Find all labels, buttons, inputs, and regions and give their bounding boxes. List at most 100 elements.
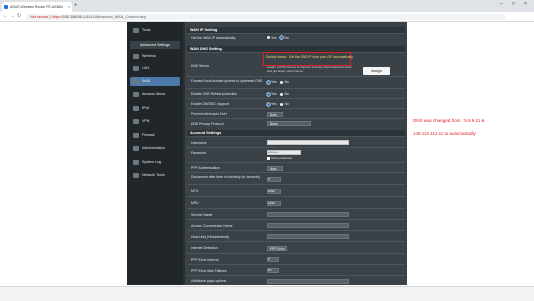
host-uniq-label: Host-Uniq (Hexadecimal) [191,234,229,239]
sidebar-item-label: Firewall [142,133,155,137]
mru-row: MRU 1492 [187,196,405,208]
mru-input[interactable]: 1492 [267,200,281,206]
sidebar-item-vpn[interactable]: VPN [130,117,180,126]
radio-no[interactable] [280,102,284,106]
internet-detection-row: Internet Detection PPP Echo [187,241,405,253]
password-input[interactable]: •••••••••• [267,149,301,155]
rebind-label: Enable DNS Rebind protection [191,92,238,96]
sidebar-item-tools[interactable]: Tools [130,26,180,35]
sidebar-item-label: Administration [142,146,165,150]
get-ip-auto-radios: Yes No [267,36,292,40]
show-password-label: Show password [271,156,293,160]
firewall-icon [133,133,139,138]
prevent-doh-label: Prevent client auto DoH [191,112,227,116]
url-field[interactable]: Not secure | https://192.168.50.1:8443/A… [26,13,506,20]
prevent-doh-select[interactable]: Auto [267,111,283,117]
sidebar-item-firewall[interactable]: Firewall [130,131,180,140]
sidebar-header: Advanced Settings [130,41,180,49]
radio-yes[interactable] [267,92,270,96]
sidebar-item-lan[interactable]: LAN [130,64,180,73]
additional-options-label: Additional pppd options [191,279,227,283]
ac-name-input[interactable] [267,223,349,228]
system-log-icon [133,160,139,165]
sidebar-item-system-log[interactable]: System Log [130,158,180,167]
favicon-icon [4,5,8,9]
close-window-button[interactable]: × [524,1,527,7]
reload-icon[interactable]: ↻ [17,13,21,20]
sidebar-item-label: LAN [142,66,149,70]
dns-privacy-select[interactable]: None [267,121,311,126]
radio-no[interactable] [280,36,284,40]
url-host: 192.168.50.1 [62,14,86,19]
service-name-input[interactable] [267,212,349,217]
radio-no[interactable] [280,80,284,84]
rebind-row: Enable DNS Rebind protection Yes No [187,88,405,98]
radio-no[interactable] [280,92,284,96]
service-name-row: Service Name [187,208,405,219]
address-bar-row: ← → ↻ Not secure | https://192.168.50.1:… [0,12,534,22]
mtu-input[interactable]: 1492 [267,188,281,194]
internet-detection-select[interactable]: PPP Echo [267,245,287,251]
get-ip-auto-label: Get the WAN IP automatically [191,35,236,40]
tab-close-icon[interactable]: × [68,2,70,12]
assign-dns-button[interactable]: Assign [363,67,390,75]
wireless-icon [133,54,139,59]
show-password-checkbox[interactable] [267,156,270,160]
dns-privacy-row: DNS Privacy Protocol None [187,118,405,127]
forward-local-label: Forward local domain queries to upstream… [191,78,263,83]
annotation-line-1: DNS was changed from : 9.9.9.11 & [413,118,485,123]
password-row: Password •••••••••• Show password [187,147,405,162]
radio-yes[interactable] [267,36,270,40]
new-tab-button[interactable]: + [74,2,78,11]
forward-icon[interactable]: → [10,13,15,20]
sidebar-item-network-tools[interactable]: Network Tools [130,171,180,180]
sidebar-item-wan[interactable]: WAN [130,77,180,86]
internet-detection-label: Internet Detection [191,246,218,250]
sidebar-item-label: System Log [142,160,161,164]
disconnect-input[interactable]: 0 [267,176,281,182]
dns-privacy-label: DNS Privacy Protocol [191,121,224,126]
mtu-label: MTU [191,189,199,193]
username-row: Username [187,136,405,147]
sidebar-item-label: VPN [142,119,150,123]
url-path: :8443/Advanced_WAN_Content.asp [85,14,146,19]
sidebar-item-label: IPv6 [142,106,150,110]
back-icon[interactable]: ← [3,13,8,20]
dns-server-label: DNS Server [191,64,210,68]
ppp-auth-select[interactable]: Auto [267,165,283,171]
vpn-icon [133,119,139,124]
radio-yes-label: Yes [271,92,277,97]
maximize-button[interactable]: □ [512,1,515,7]
radio-yes[interactable] [267,102,270,106]
echo-failures-input[interactable]: 10 [267,268,279,273]
username-input[interactable] [267,140,349,145]
sidebar-item-administration[interactable]: Administration [130,144,180,153]
minimize-button[interactable]: – [500,1,503,7]
sidebar-item-wireless[interactable]: Wireless [130,52,180,61]
prevent-doh-row: Prevent client auto DoH Auto [187,108,405,118]
host-uniq-input[interactable] [267,234,349,239]
wan-ip-auto-row: Get the WAN IP automatically Yes No [187,33,405,40]
disconnect-row: Disconnect after time of inactivity (in … [187,172,405,184]
show-password: Show password [267,156,292,160]
browser-tab[interactable]: ASUS Wireless Router RT-AX86U × [2,2,72,12]
rebind-radios: Yes No [267,92,292,96]
echo-interval-label: PPP Echo Interval [191,257,219,262]
echo-interval-input[interactable]: 6 [267,257,279,262]
radio-no-label: No [284,80,289,85]
radio-no-label: No [284,35,289,40]
mtu-row: MTU 1492 [187,184,405,196]
tab-title: ASUS Wireless Router RT-AX86U [10,5,64,9]
ac-name-row: Access Concentrator Name [187,219,405,230]
sidebar-item-label: Wireless [142,54,156,58]
sidebar-item-amazon-alexa[interactable]: Amazon Alexa [130,90,180,99]
sidebar-item-ipv6[interactable]: IPv6 [130,104,180,113]
taskbar-strip [0,286,534,301]
url-scheme: https:// [51,14,63,19]
host-uniq-row: Host-Uniq (Hexadecimal) [187,230,405,241]
ppp-auth-row: PPP Authentication Auto [187,162,405,172]
radio-yes[interactable] [267,80,270,84]
sidebar-item-label: WAN [142,79,151,83]
forward-local-row: Forward local domain queries to upstream… [187,76,405,88]
additional-options-input[interactable] [267,279,349,284]
